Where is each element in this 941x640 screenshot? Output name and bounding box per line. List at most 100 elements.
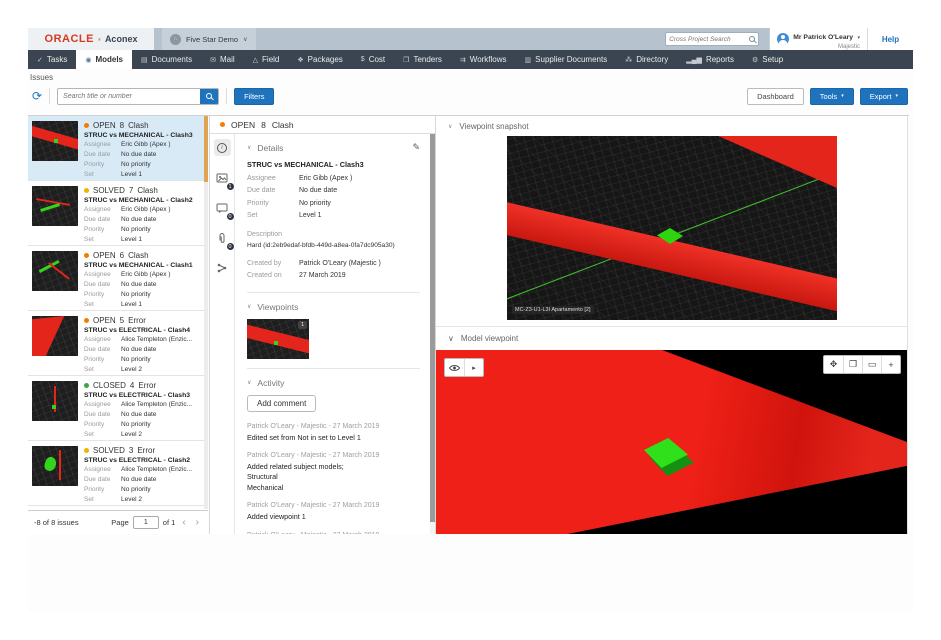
issue-thumbnail — [32, 186, 78, 226]
aconex-app: ORACLE® Aconex ∴ Five Star Demo ∨ Mr Pat… — [28, 28, 913, 612]
tab-models[interactable]: ◉Models — [76, 50, 132, 69]
refresh-icon[interactable]: ⟳ — [32, 90, 42, 102]
details-section-header[interactable]: ∨ Details ✎ — [247, 142, 420, 153]
issue-detail-panel: OPEN 8 Clash i 1 0 0 — [209, 116, 436, 534]
tab-cost[interactable]: $Cost — [352, 50, 394, 69]
caret-down-icon: ▾ — [895, 93, 898, 99]
orbit-button[interactable]: ❒ — [843, 356, 862, 373]
pagination-bar: -8 of 8 issues Page of 1 ‹ › — [28, 510, 208, 534]
eye-icon — [449, 364, 460, 372]
edit-pencil-icon[interactable]: ✎ — [412, 142, 420, 153]
export-button[interactable]: Export▾ — [860, 88, 908, 105]
zoom-in-button[interactable]: + — [881, 356, 900, 373]
search-button[interactable] — [200, 89, 218, 104]
description-label: Description — [247, 231, 420, 238]
utility-bar: ORACLE® Aconex ∴ Five Star Demo ∨ Mr Pat… — [28, 28, 913, 50]
issue-card-4[interactable]: CLOSED4Error STRUC vs ELECTRICAL - Clash… — [28, 376, 208, 441]
issues-search-input[interactable] — [58, 89, 200, 104]
tenders-icon: ❐ — [403, 56, 409, 64]
packages-icon: ❖ — [297, 56, 303, 64]
scrollbar-thumb[interactable] — [430, 134, 435, 522]
zoom-in-icon: + — [888, 360, 893, 370]
dashboard-button[interactable]: Dashboard — [747, 88, 804, 105]
next-page-icon[interactable]: › — [193, 518, 202, 528]
issue-card-6[interactable]: OPEN6Clash STRUC vs MECHANICAL - Clash1 … — [28, 246, 208, 311]
comments-tab[interactable]: 0 — [214, 199, 231, 216]
tab-setup[interactable]: ⚙Setup — [743, 50, 792, 69]
workflows-icon: ⇉ — [460, 56, 466, 64]
pan-icon: ✥ — [830, 359, 838, 370]
status-dot — [84, 318, 89, 323]
issues-search[interactable] — [57, 88, 219, 105]
viewpoints-tab[interactable]: 1 — [214, 169, 231, 186]
pan-button[interactable]: ✥ — [824, 356, 843, 373]
cross-project-search-input[interactable] — [669, 36, 749, 43]
page-number-input[interactable] — [133, 516, 159, 529]
page-label: Page — [111, 518, 129, 527]
issue-card-8[interactable]: OPEN8Clash STRUC vs MECHANICAL - Clash3 … — [28, 116, 208, 181]
tools-button[interactable]: Tools▾ — [810, 88, 854, 105]
detail-number: 8 — [261, 120, 266, 130]
mail-icon: ✉ — [210, 56, 216, 64]
issue-card-5[interactable]: OPEN5Error STRUC vs ELECTRICAL - Clash4 … — [28, 311, 208, 376]
cross-project-search[interactable] — [665, 32, 759, 46]
info-icon: i — [217, 143, 227, 153]
model-viewpoint-header[interactable]: ∨ Model viewpoint — [436, 326, 907, 350]
search-icon[interactable] — [749, 36, 755, 42]
zoom-out-button[interactable]: ▭ — [862, 356, 881, 373]
issue-card-7[interactable]: SOLVED7Clash STRUC vs MECHANICAL - Clash… — [28, 181, 208, 246]
viewpoint-thumbnail[interactable]: 1 — [247, 319, 309, 359]
status-dot — [84, 383, 89, 388]
project-selector[interactable]: ∴ Five Star Demo ∨ — [162, 28, 256, 50]
tab-workflows[interactable]: ⇉Workflows — [451, 50, 516, 69]
expand-toolbar-button[interactable]: ▸ — [464, 359, 483, 376]
issue-card-3[interactable]: SOLVED3Error STRUC vs ELECTRICAL - Clash… — [28, 441, 208, 506]
page-of: of 1 — [163, 518, 176, 527]
tab-tenders[interactable]: ❐Tenders — [394, 50, 451, 69]
user-menu[interactable]: Mr Patrick O'Leary ▾ Majestic — [769, 28, 867, 50]
documents-icon: ▤ — [141, 56, 148, 64]
related-models-tab[interactable] — [214, 259, 231, 276]
viewpoints-section-header[interactable]: ∨ Viewpoints — [247, 302, 420, 312]
zoom-out-icon: ▭ — [868, 359, 877, 370]
tab-packages[interactable]: ❖Packages — [288, 50, 351, 69]
attachments-tab[interactable]: 0 — [214, 229, 231, 246]
tab-supplier-documents[interactable]: ▥Supplier Documents — [516, 50, 617, 69]
aconex-wordmark: Aconex — [105, 34, 138, 44]
info-tab[interactable]: i — [214, 139, 231, 156]
tab-tasks[interactable]: ✓Tasks — [28, 50, 76, 69]
tasks-icon: ✓ — [37, 56, 43, 64]
user-avatar-icon — [777, 33, 789, 45]
detail-scrollbar[interactable] — [430, 134, 435, 534]
status-dot — [84, 448, 89, 453]
add-comment-button[interactable]: Add comment — [247, 395, 316, 412]
caret-down-icon: ▾ — [841, 93, 844, 99]
branch-icon — [216, 262, 228, 274]
status-dot — [84, 123, 89, 128]
activity-section-header[interactable]: ∨ Activity — [247, 378, 420, 388]
filters-button[interactable]: Filters — [234, 88, 274, 105]
chevron-down-icon: ∨ — [448, 123, 452, 130]
tab-field[interactable]: △Field — [244, 50, 289, 69]
prev-page-icon[interactable]: ‹ — [179, 518, 188, 528]
viewpoint-snapshot-header[interactable]: ∨ Viewpoint snapshot — [436, 116, 907, 136]
detail-icon-rail: i 1 0 0 — [210, 134, 235, 534]
snapshot-area: MC-Z3-U1-L3I Apartamento [2] — [436, 136, 907, 328]
chevron-down-icon: ∨ — [247, 379, 251, 386]
issue-thumbnail — [32, 251, 78, 291]
model-viewer[interactable]: ▸ ✥ ❒ ▭ + — [436, 350, 907, 534]
issues-count: -8 of 8 issues — [34, 518, 79, 527]
issues-list-scrollbar[interactable] — [204, 116, 208, 509]
help-link[interactable]: Help — [867, 28, 913, 50]
tab-mail[interactable]: ✉Mail — [201, 50, 244, 69]
image-icon — [216, 172, 228, 184]
visibility-button[interactable] — [445, 359, 464, 376]
scrollbar-thumb[interactable] — [204, 116, 208, 182]
tab-directory[interactable]: ⁂Directory — [616, 50, 677, 69]
supplier-documents-icon: ▥ — [525, 56, 532, 64]
tab-documents[interactable]: ▤Documents — [132, 50, 201, 69]
snapshot-caption: MC-Z3-U1-L3I Apartamento [2] — [512, 306, 594, 314]
description-block: Description Hard (id:2eb9edaf-bfdb-449d-… — [247, 231, 420, 249]
tab-reports[interactable]: ▂▄▆Reports — [677, 50, 743, 69]
setup-gear-icon: ⚙ — [752, 56, 758, 64]
